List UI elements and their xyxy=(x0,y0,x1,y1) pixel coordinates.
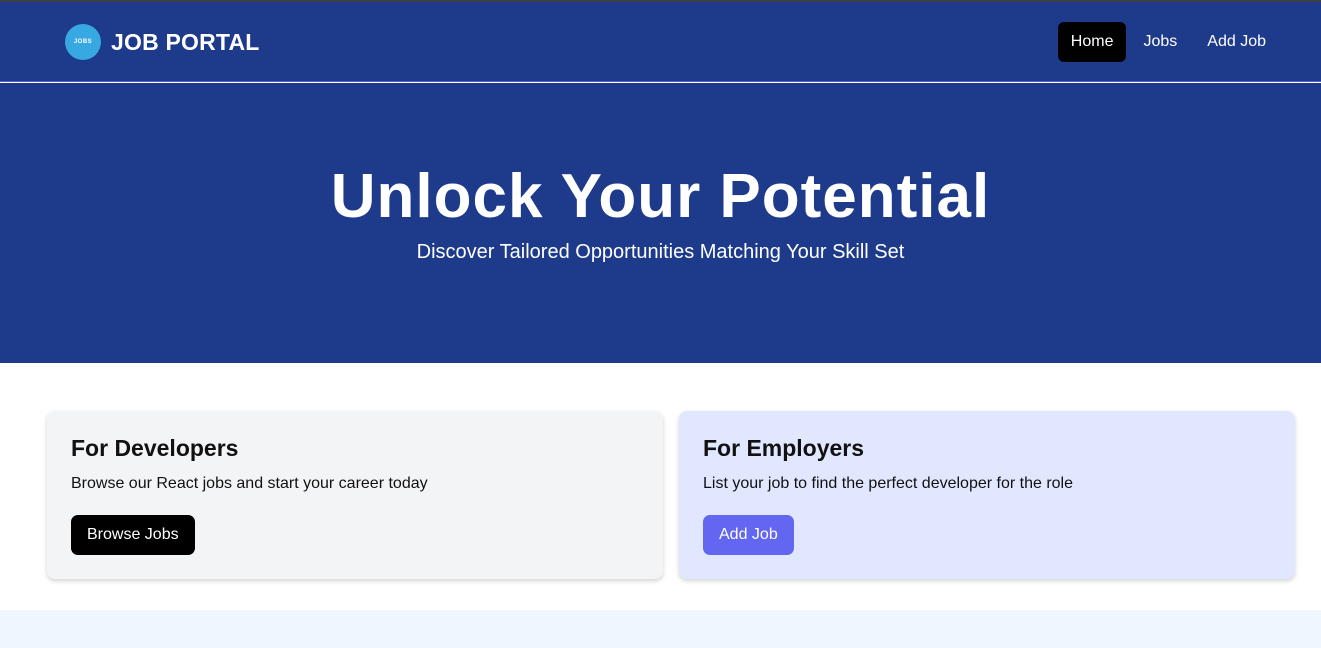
developers-card-title: For Developers xyxy=(71,435,239,461)
developers-card: For Developers Browse our React jobs and… xyxy=(47,411,663,579)
nav-home-link[interactable]: Home xyxy=(1057,22,1127,62)
employers-card: For Employers List your job to find the … xyxy=(679,411,1295,579)
cards-section: For Developers Browse our React jobs and… xyxy=(0,363,1321,610)
hero-title: Unlock Your Potential xyxy=(330,162,991,231)
nav-add-job-link[interactable]: Add Job xyxy=(1194,22,1279,62)
employers-card-title: For Employers xyxy=(703,435,865,461)
navbar: JOBS JOB PORTAL Home Jobs Add Job xyxy=(0,2,1321,82)
hero-section: Unlock Your Potential Discover Tailored … xyxy=(0,83,1321,363)
logo-text: JOBS xyxy=(73,39,93,45)
developers-card-description: Browse our React jobs and start your car… xyxy=(71,475,428,492)
employers-card-description: List your job to find the perfect develo… xyxy=(703,475,1073,492)
nav-links: Home Jobs Add Job xyxy=(1057,22,1279,62)
browse-jobs-button[interactable]: Browse Jobs xyxy=(71,515,195,555)
add-job-button[interactable]: Add Job xyxy=(703,515,794,555)
nav-jobs-link[interactable]: Jobs xyxy=(1130,22,1190,62)
jobs-logo-icon: JOBS xyxy=(65,24,101,60)
hero-subtitle: Discover Tailored Opportunities Matching… xyxy=(416,241,905,263)
brand-title: JOB PORTAL xyxy=(111,28,260,55)
brand-link[interactable]: JOBS JOB PORTAL xyxy=(65,22,260,62)
next-section-band xyxy=(0,610,1321,648)
